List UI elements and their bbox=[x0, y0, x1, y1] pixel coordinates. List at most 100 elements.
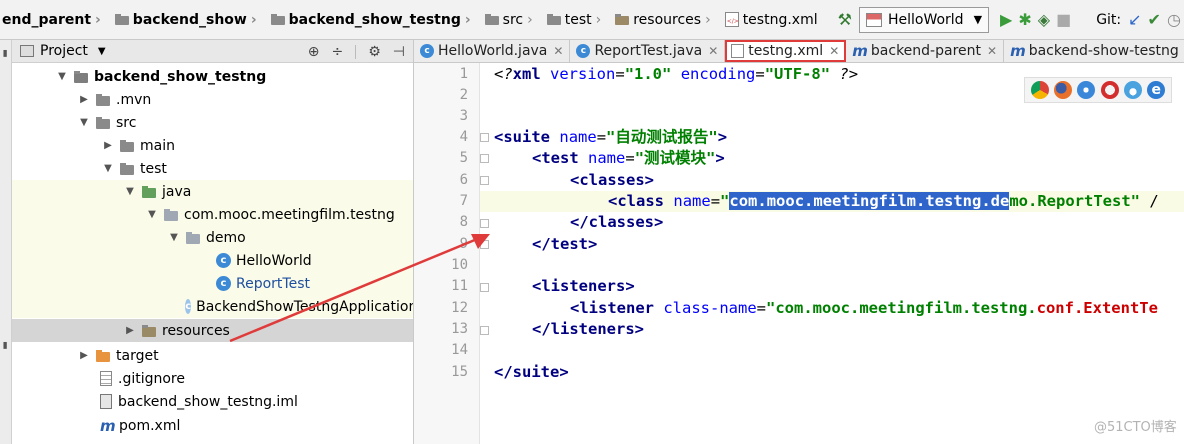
text-selection[interactable]: com.mooc.meetingfilm.testng.de bbox=[729, 192, 1010, 210]
breadcrumb-resources[interactable]: resources › bbox=[609, 0, 718, 39]
fold-marker[interactable] bbox=[480, 283, 489, 292]
fold-marker[interactable] bbox=[480, 219, 489, 228]
xml-tag: classes bbox=[588, 213, 654, 231]
xml-bracket: ?> bbox=[839, 65, 859, 83]
xml-tag: listener bbox=[579, 299, 654, 317]
excluded-folder-icon bbox=[96, 349, 110, 362]
hide-panel-icon[interactable]: ⊣ bbox=[393, 44, 405, 60]
chevron-down-icon[interactable]: ▼ bbox=[146, 209, 158, 220]
chevron-down-icon[interactable]: ▼ bbox=[168, 232, 180, 243]
tree-item-pom[interactable]: m pom.xml bbox=[12, 414, 413, 437]
project-panel-title[interactable]: Project bbox=[40, 43, 88, 59]
git-history-clock-icon[interactable]: ◷ bbox=[1167, 8, 1181, 32]
module-file-icon bbox=[100, 394, 112, 409]
breadcrumb-testng-xml[interactable]: testng.xml bbox=[719, 0, 820, 39]
tree-item-reporttest[interactable]: · c ReportTest bbox=[12, 272, 413, 295]
run-configuration-dropdown[interactable]: HelloWorld ▼ bbox=[858, 6, 990, 33]
edge-icon[interactable]: e bbox=[1147, 81, 1166, 99]
fold-marker[interactable] bbox=[480, 176, 489, 185]
tree-item-backend-show-testng[interactable]: ▼ backend_show_testng bbox=[12, 65, 413, 88]
close-icon[interactable]: ✕ bbox=[829, 44, 839, 58]
folder-icon bbox=[484, 14, 499, 25]
safari-icon[interactable] bbox=[1077, 81, 1096, 99]
breadcrumb-src[interactable]: src › bbox=[479, 0, 541, 39]
tree-item-helloworld[interactable]: · c HelloWorld bbox=[12, 249, 413, 272]
chevron-right-icon[interactable]: ▶ bbox=[78, 94, 90, 105]
xml-attribute: name bbox=[673, 192, 711, 210]
build-hammer-icon[interactable]: ⚒ bbox=[838, 8, 852, 32]
firefox-icon[interactable] bbox=[1053, 81, 1072, 99]
chevron-down-icon[interactable]: ▼ bbox=[78, 117, 90, 128]
xml-bracket: > bbox=[715, 149, 725, 167]
structure-strip-tab[interactable]: ▮ bbox=[0, 340, 12, 350]
xml-attribute: encoding bbox=[680, 65, 756, 83]
chevron-right-icon[interactable]: ▶ bbox=[124, 325, 136, 336]
tree-item-gitignore[interactable]: .gitignore bbox=[12, 367, 413, 390]
tab-testng-xml[interactable]: testng.xml ✕ bbox=[725, 40, 847, 62]
internet-explorer-icon[interactable] bbox=[1123, 81, 1142, 99]
gear-icon[interactable]: ⚙ bbox=[368, 44, 381, 60]
line-number: 6 bbox=[459, 172, 468, 188]
chevron-down-icon[interactable]: ▼ bbox=[98, 46, 106, 57]
xml-value: "测试模块" bbox=[634, 149, 716, 167]
xml-bracket: < bbox=[532, 149, 542, 167]
breadcrumb-test[interactable]: test › bbox=[541, 0, 610, 39]
package-icon bbox=[164, 208, 178, 221]
testng-config-icon bbox=[865, 12, 882, 27]
tab-reporttest-java[interactable]: c ReportTest.java ✕ bbox=[570, 40, 726, 62]
chevron-right-icon[interactable]: ▶ bbox=[78, 350, 90, 361]
tree-item-test[interactable]: ▼ test bbox=[12, 157, 413, 180]
project-tool-window: Project ▼ ⊕ ÷ ⚙ ⊣ ▼ backend_show_testng … bbox=[12, 40, 414, 444]
tree-item-iml[interactable]: backend_show_testng.iml bbox=[12, 390, 413, 413]
tree-item-target[interactable]: ▶ target bbox=[12, 344, 413, 367]
close-icon[interactable]: ✕ bbox=[708, 44, 718, 58]
stop-icon[interactable]: ■ bbox=[1056, 8, 1071, 32]
chevron-right-icon[interactable]: ▶ bbox=[102, 140, 114, 151]
opera-icon[interactable] bbox=[1100, 81, 1119, 99]
module-folder-icon bbox=[74, 70, 88, 83]
chrome-icon[interactable] bbox=[1030, 81, 1049, 99]
code-line-6: <classes> bbox=[570, 170, 654, 191]
xml-bracket: < bbox=[608, 192, 618, 210]
run-icon[interactable]: ▶ bbox=[1000, 8, 1012, 32]
tree-item-resources[interactable]: ▶ resources bbox=[12, 319, 413, 342]
tree-item-src[interactable]: ▼ src bbox=[12, 111, 413, 134]
breadcrumb-backend-show[interactable]: backend_show › bbox=[109, 0, 265, 39]
project-panel-tools: ⊕ ÷ ⚙ ⊣ bbox=[308, 40, 405, 63]
close-icon[interactable]: ✕ bbox=[553, 44, 563, 58]
line-number: 11 bbox=[451, 278, 468, 294]
debug-bug-icon[interactable]: ✱ bbox=[1018, 8, 1031, 32]
fold-marker[interactable] bbox=[480, 154, 489, 163]
tab-backend-show-testng[interactable]: m backend-show-testng ✕ bbox=[1004, 40, 1184, 62]
xml-bracket: </ bbox=[532, 320, 551, 338]
project-strip-tab[interactable]: ▮ bbox=[0, 48, 12, 58]
breadcrumb-backend-show-testng[interactable]: backend_show_testng › bbox=[265, 0, 479, 39]
fold-marker[interactable] bbox=[480, 240, 489, 249]
tree-item-main[interactable]: ▶ main bbox=[12, 134, 413, 157]
toolbar-separator bbox=[355, 44, 357, 59]
git-update-icon[interactable]: ↙ bbox=[1128, 8, 1141, 32]
tree-item-demo[interactable]: ▼ demo bbox=[12, 226, 413, 249]
tab-backend-parent[interactable]: m backend-parent ✕ bbox=[846, 40, 1005, 62]
xml-bracket: > bbox=[634, 320, 645, 338]
breadcrumb-end-parent[interactable]: end_parent › bbox=[0, 0, 109, 39]
xml-tag: listeners bbox=[541, 277, 626, 295]
locate-target-icon[interactable]: ⊕ bbox=[308, 44, 320, 60]
code-editor[interactable]: 1 2 3 4 5 6 7 8 9 10 11 12 13 14 15 <?xm… bbox=[414, 63, 1184, 444]
tab-helloworld-java[interactable]: c HelloWorld.java ✕ bbox=[414, 40, 571, 62]
fold-marker[interactable] bbox=[480, 326, 489, 335]
tree-item-package[interactable]: ▼ com.mooc.meetingfilm.testng bbox=[12, 203, 413, 226]
fold-marker[interactable] bbox=[480, 133, 489, 142]
run-with-coverage-icon[interactable]: ◈ bbox=[1038, 8, 1050, 32]
tree-item-application-test[interactable]: · c BackendShowTestngApplicationT bbox=[12, 295, 413, 318]
chevron-down-icon[interactable]: ▼ bbox=[102, 163, 114, 174]
git-commit-check-icon[interactable]: ✔ bbox=[1148, 8, 1161, 32]
tree-item-label: com.mooc.meetingfilm.testng bbox=[184, 206, 395, 223]
collapse-all-icon[interactable]: ÷ bbox=[332, 44, 344, 60]
chevron-down-icon[interactable]: ▼ bbox=[124, 186, 136, 197]
tree-item-java[interactable]: ▼ java bbox=[12, 180, 413, 203]
tree-item-mvn[interactable]: ▶ .mvn bbox=[12, 88, 413, 111]
close-icon[interactable]: ✕ bbox=[987, 44, 997, 58]
chevron-down-icon[interactable]: ▼ bbox=[56, 71, 68, 82]
project-panel-header: Project ▼ ⊕ ÷ ⚙ ⊣ bbox=[12, 40, 413, 63]
